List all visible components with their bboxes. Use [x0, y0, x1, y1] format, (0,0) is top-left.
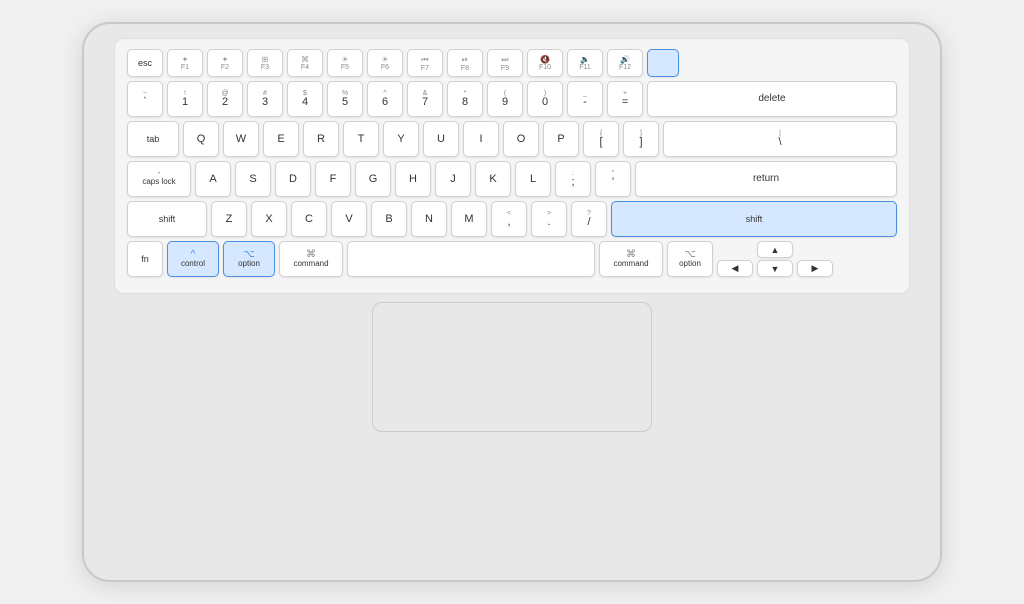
- key-capslock[interactable]: *caps lock: [127, 161, 191, 197]
- key-k[interactable]: K: [475, 161, 511, 197]
- key-semicolon[interactable]: :;: [555, 161, 591, 197]
- key-f6[interactable]: ☀F6: [367, 49, 403, 77]
- key-1[interactable]: !1: [167, 81, 203, 117]
- key-r[interactable]: R: [303, 121, 339, 157]
- key-z[interactable]: Z: [211, 201, 247, 237]
- key-l[interactable]: L: [515, 161, 551, 197]
- key-option-right[interactable]: ⌥ option: [667, 241, 713, 277]
- key-m[interactable]: M: [451, 201, 487, 237]
- key-f11[interactable]: 🔉F11: [567, 49, 603, 77]
- trackpad[interactable]: [372, 302, 652, 432]
- key-backtick[interactable]: ~`: [127, 81, 163, 117]
- key-f2[interactable]: ✦F2: [207, 49, 243, 77]
- key-y[interactable]: Y: [383, 121, 419, 157]
- key-e[interactable]: E: [263, 121, 299, 157]
- key-f9[interactable]: ⏭F9: [487, 49, 523, 77]
- key-esc[interactable]: esc: [127, 49, 163, 77]
- key-backslash[interactable]: |\: [663, 121, 897, 157]
- key-p[interactable]: P: [543, 121, 579, 157]
- key-return[interactable]: return: [635, 161, 897, 197]
- key-fn[interactable]: fn: [127, 241, 163, 277]
- key-minus[interactable]: _-: [567, 81, 603, 117]
- key-f[interactable]: F: [315, 161, 351, 197]
- key-f4[interactable]: ⌘F4: [287, 49, 323, 77]
- key-c[interactable]: C: [291, 201, 327, 237]
- key-t[interactable]: T: [343, 121, 379, 157]
- qwerty-row: tab Q W E R T Y U I O P {[ }] |\: [127, 121, 897, 157]
- key-f1[interactable]: ✦F1: [167, 49, 203, 77]
- key-j[interactable]: J: [435, 161, 471, 197]
- key-h[interactable]: H: [395, 161, 431, 197]
- number-row: ~` !1 @2 #3 $4 %5 ^6 &7 *8 (9 )0 _- += d…: [127, 81, 897, 117]
- zxcv-row: shift Z X C V B N M <, >. ?/ shift: [127, 201, 897, 237]
- key-lbracket[interactable]: {[: [583, 121, 619, 157]
- key-0[interactable]: )0: [527, 81, 563, 117]
- key-arrow-up[interactable]: ▲: [757, 241, 793, 258]
- key-o[interactable]: O: [503, 121, 539, 157]
- key-comma[interactable]: <,: [491, 201, 527, 237]
- key-equals[interactable]: +=: [607, 81, 643, 117]
- key-4[interactable]: $4: [287, 81, 323, 117]
- keyboard: esc ✦F1 ✦F2 ⊞F3 ⌘F4 ☀F5 ☀F6 ⏮F7 ⏯F8 ⏭F9 …: [114, 38, 910, 294]
- key-q[interactable]: Q: [183, 121, 219, 157]
- key-f3[interactable]: ⊞F3: [247, 49, 283, 77]
- key-tab[interactable]: tab: [127, 121, 179, 157]
- key-arrow-left[interactable]: ◀: [717, 260, 753, 277]
- key-quote[interactable]: "': [595, 161, 631, 197]
- key-n[interactable]: N: [411, 201, 447, 237]
- key-w[interactable]: W: [223, 121, 259, 157]
- key-7[interactable]: &7: [407, 81, 443, 117]
- key-v[interactable]: V: [331, 201, 367, 237]
- key-g[interactable]: G: [355, 161, 391, 197]
- key-9[interactable]: (9: [487, 81, 523, 117]
- key-command-left[interactable]: ⌘ command: [279, 241, 343, 277]
- key-u[interactable]: U: [423, 121, 459, 157]
- key-3[interactable]: #3: [247, 81, 283, 117]
- key-arrow-right[interactable]: ▶: [797, 260, 833, 277]
- key-i[interactable]: I: [463, 121, 499, 157]
- key-2[interactable]: @2: [207, 81, 243, 117]
- key-s[interactable]: S: [235, 161, 271, 197]
- key-command-right[interactable]: ⌘ command: [599, 241, 663, 277]
- key-f10[interactable]: 🔇F10: [527, 49, 563, 77]
- key-power[interactable]: [647, 49, 679, 77]
- bottom-row: fn ^ control ⌥ option ⌘ command ⌘ comman…: [127, 241, 897, 277]
- key-control[interactable]: ^ control: [167, 241, 219, 277]
- key-a[interactable]: A: [195, 161, 231, 197]
- laptop-body: esc ✦F1 ✦F2 ⊞F3 ⌘F4 ☀F5 ☀F6 ⏮F7 ⏯F8 ⏭F9 …: [82, 22, 942, 582]
- key-option-left[interactable]: ⌥ option: [223, 241, 275, 277]
- key-f12[interactable]: 🔊F12: [607, 49, 643, 77]
- key-f8[interactable]: ⏯F8: [447, 49, 483, 77]
- key-rbracket[interactable]: }]: [623, 121, 659, 157]
- key-f5[interactable]: ☀F5: [327, 49, 363, 77]
- key-b[interactable]: B: [371, 201, 407, 237]
- key-space[interactable]: [347, 241, 595, 277]
- key-d[interactable]: D: [275, 161, 311, 197]
- key-shift-right[interactable]: shift: [611, 201, 897, 237]
- asdf-row: *caps lock A S D F G H J K L :; "' retur…: [127, 161, 897, 197]
- fn-row: esc ✦F1 ✦F2 ⊞F3 ⌘F4 ☀F5 ☀F6 ⏮F7 ⏯F8 ⏭F9 …: [127, 49, 897, 77]
- key-shift-left[interactable]: shift: [127, 201, 207, 237]
- key-6[interactable]: ^6: [367, 81, 403, 117]
- key-x[interactable]: X: [251, 201, 287, 237]
- key-arrow-down[interactable]: ▼: [757, 260, 793, 277]
- key-f7[interactable]: ⏮F7: [407, 49, 443, 77]
- key-delete[interactable]: delete: [647, 81, 897, 117]
- key-period[interactable]: >.: [531, 201, 567, 237]
- key-slash[interactable]: ?/: [571, 201, 607, 237]
- key-8[interactable]: *8: [447, 81, 483, 117]
- key-5[interactable]: %5: [327, 81, 363, 117]
